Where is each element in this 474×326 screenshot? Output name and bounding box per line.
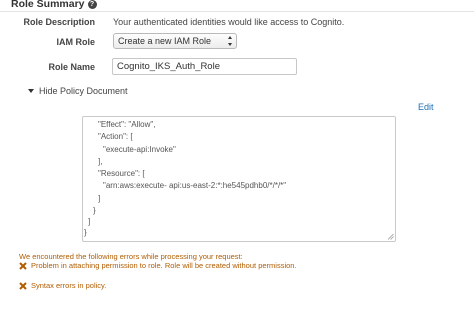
section-header: Role Summary ? xyxy=(11,0,97,10)
error-item: Syntax errors in policy. xyxy=(19,281,106,290)
error-message: Problem in attaching permission to role.… xyxy=(31,261,297,270)
policy-line: } xyxy=(93,206,96,215)
policy-line: "Effect": "Allow", xyxy=(98,120,156,129)
error-intro-text: We encountered the following errors whil… xyxy=(19,252,243,261)
error-item: Problem in attaching permission to role.… xyxy=(19,261,297,270)
policy-line: ] xyxy=(88,217,91,226)
policy-line: "Action": [ xyxy=(98,132,133,141)
select-arrows-icon xyxy=(227,36,233,46)
policy-line: } xyxy=(84,228,87,237)
error-message: Syntax errors in policy. xyxy=(31,281,107,290)
policy-document-textarea[interactable]: "Effect": "Allow", "Action": [ "execute-… xyxy=(82,116,396,242)
caret-down-icon xyxy=(28,89,34,93)
iam-role-selected-value: Create a new IAM Role xyxy=(118,36,212,46)
error-x-icon xyxy=(19,261,27,270)
iam-role-select[interactable]: Create a new IAM Role xyxy=(113,33,237,49)
policy-line: "arn:aws:execute- api:us-east-2:*:he545p… xyxy=(103,181,287,190)
role-description-value: Your authenticated identities would like… xyxy=(113,17,345,27)
iam-role-label: IAM Role xyxy=(56,37,95,47)
hide-policy-label: Hide Policy Document xyxy=(39,86,128,96)
role-description-label: Role Description xyxy=(23,17,95,27)
resize-grip-icon[interactable] xyxy=(387,233,394,240)
role-summary-panel: Role Summary ? Role Description Your aut… xyxy=(0,0,474,326)
section-divider xyxy=(0,11,474,12)
role-name-label: Role Name xyxy=(48,62,95,72)
help-icon[interactable]: ? xyxy=(87,0,97,9)
hide-policy-toggle[interactable]: Hide Policy Document xyxy=(28,86,128,96)
policy-line: "execute-api:Invoke" xyxy=(103,145,176,154)
role-name-input[interactable] xyxy=(112,58,297,75)
error-x-icon xyxy=(19,281,27,290)
section-title: Role Summary xyxy=(11,0,85,10)
policy-line: ], xyxy=(98,157,103,166)
policy-line: "Resource": [ xyxy=(98,169,145,178)
policy-line: ] xyxy=(98,194,101,203)
edit-link[interactable]: Edit xyxy=(418,102,434,112)
